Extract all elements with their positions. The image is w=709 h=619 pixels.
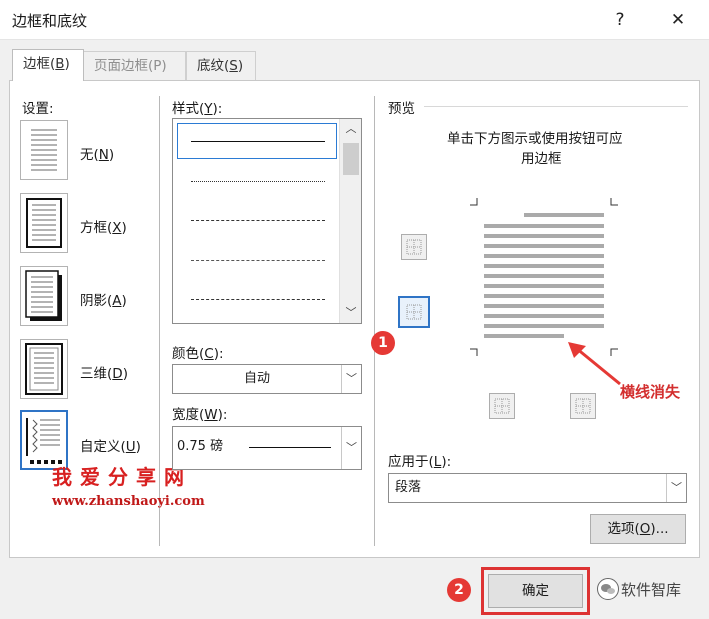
style-heading: 样式(Y): bbox=[172, 101, 223, 117]
wechat-icon bbox=[597, 578, 619, 600]
top-border-button[interactable] bbox=[401, 234, 427, 260]
style-solid-line[interactable] bbox=[191, 141, 325, 142]
preview-text-line bbox=[484, 234, 604, 238]
chevron-down-icon[interactable]: ﹀ bbox=[666, 474, 686, 502]
preview-text-line bbox=[524, 213, 604, 217]
preview-text-line bbox=[484, 314, 604, 318]
preview-text-line bbox=[484, 284, 604, 288]
setting-box-icon bbox=[26, 198, 62, 248]
close-icon: ✕ bbox=[670, 10, 686, 30]
border-inside-horizontal-icon bbox=[406, 304, 422, 320]
dialog-title: 边框和底纹 bbox=[12, 12, 88, 30]
preview-text-line bbox=[484, 324, 604, 328]
chevron-down-icon[interactable]: ﹀ bbox=[341, 365, 361, 393]
horizontal-border-button[interactable] bbox=[398, 296, 430, 328]
ok-button[interactable]: 确定 bbox=[488, 574, 583, 608]
setting-box-button[interactable] bbox=[20, 193, 68, 253]
preview-text-line bbox=[484, 304, 604, 308]
chevron-down-icon[interactable]: ﹀ bbox=[341, 427, 361, 469]
annotation-note: 横线消失 bbox=[620, 383, 681, 401]
options-button[interactable]: 选项(O)... bbox=[590, 514, 686, 544]
setting-none-icon bbox=[31, 129, 57, 171]
apply-to-select[interactable]: 段落 ﹀ bbox=[388, 473, 687, 503]
setting-shadow-label[interactable]: 阴影(A) bbox=[80, 289, 127, 309]
preview-text-line bbox=[484, 294, 604, 298]
color-heading: 颜色(C): bbox=[172, 346, 224, 362]
scroll-up-icon[interactable]: ︿ bbox=[340, 119, 361, 139]
watermark-text: 我爱分享网 bbox=[52, 465, 192, 489]
style-long-dash-line[interactable] bbox=[191, 260, 325, 261]
preview-separator bbox=[424, 106, 688, 107]
setting-shadow-icon bbox=[25, 270, 62, 321]
style-dash-dot-line[interactable] bbox=[191, 299, 325, 300]
annotation-badge-1: 1 bbox=[371, 331, 395, 355]
setting-3d-button[interactable] bbox=[20, 339, 68, 399]
annotation-arrow-icon bbox=[568, 342, 621, 386]
corner-mark bbox=[610, 198, 618, 206]
settings-heading: 设置: bbox=[22, 101, 54, 117]
setting-shadow-button[interactable] bbox=[20, 266, 68, 326]
scroll-thumb[interactable] bbox=[343, 143, 359, 175]
setting-none-label[interactable]: 无(N) bbox=[80, 143, 114, 163]
preview-text-line bbox=[484, 244, 604, 248]
title-bar: 边框和底纹 ? ✕ bbox=[0, 0, 709, 40]
watermark-url: www.zhanshaoyi.com bbox=[52, 494, 205, 509]
tab-page-border[interactable]: 页面边框(P) bbox=[83, 51, 186, 81]
close-button[interactable]: ✕ bbox=[666, 8, 690, 32]
preview-text-line bbox=[484, 254, 604, 258]
style-dotted-line[interactable] bbox=[191, 181, 325, 182]
left-border-button[interactable] bbox=[489, 393, 515, 419]
apply-to-value: 段落 bbox=[395, 480, 422, 495]
width-select[interactable]: 0.75 磅 ﹀ bbox=[172, 426, 362, 470]
preview-heading: 预览 bbox=[388, 101, 415, 117]
tab-borders[interactable]: 边框(B) bbox=[12, 49, 84, 81]
setting-custom-label[interactable]: 自定义(U) bbox=[80, 435, 141, 455]
width-sample-line bbox=[249, 447, 331, 448]
preview-page[interactable] bbox=[470, 198, 618, 356]
preview-hint-line1: 单击下方图示或使用按钮可应 bbox=[447, 131, 623, 147]
annotation-badge-2: 2 bbox=[447, 578, 471, 602]
width-heading: 宽度(W): bbox=[172, 407, 228, 423]
border-right-icon bbox=[575, 398, 591, 414]
brand-text: 软件智库 bbox=[621, 581, 682, 599]
help-button[interactable]: ? bbox=[608, 8, 632, 32]
preview-text-line bbox=[484, 264, 604, 268]
width-value: 0.75 磅 bbox=[177, 439, 224, 454]
scroll-down-icon[interactable]: ﹀ bbox=[340, 303, 361, 323]
setting-none-button[interactable] bbox=[20, 120, 68, 180]
preview-text-line bbox=[484, 274, 604, 278]
border-top-icon bbox=[406, 239, 422, 255]
style-dashed-line[interactable] bbox=[191, 220, 325, 221]
setting-3d-label[interactable]: 三维(D) bbox=[80, 362, 128, 382]
divider-right bbox=[374, 96, 375, 546]
border-left-icon bbox=[494, 398, 510, 414]
corner-mark bbox=[470, 348, 478, 356]
preview-text-line bbox=[484, 224, 604, 228]
setting-box-label[interactable]: 方框(X) bbox=[80, 216, 127, 236]
color-select[interactable]: 自动 ﹀ bbox=[172, 364, 362, 394]
color-value: 自动 bbox=[243, 371, 270, 386]
preview-hint-line2: 用边框 bbox=[521, 151, 562, 167]
preview-text-line bbox=[484, 334, 564, 338]
style-scrollbar[interactable]: ︿ ﹀ bbox=[339, 119, 361, 323]
setting-3d-icon bbox=[25, 343, 63, 395]
setting-custom-icon bbox=[26, 418, 62, 464]
right-border-button[interactable] bbox=[570, 393, 596, 419]
style-list[interactable]: ︿ ﹀ bbox=[172, 118, 362, 324]
apply-to-heading: 应用于(L): bbox=[388, 454, 452, 470]
corner-mark bbox=[470, 198, 478, 206]
tab-shading[interactable]: 底纹(S) bbox=[186, 51, 256, 81]
